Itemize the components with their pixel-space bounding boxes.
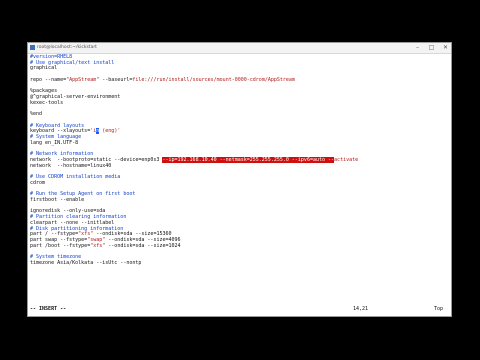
line-text: timezone Asia/Kolkata --isUtc --nontp — [30, 259, 142, 266]
editor-line[interactable]: timezone Asia/Kolkata --isUtc --nontp — [30, 259, 449, 267]
terminal-icon — [30, 45, 35, 50]
maximize-icon[interactable]: □ — [428, 44, 435, 52]
minimize-icon[interactable]: – — [414, 44, 421, 52]
line-text: "xfs" — [90, 242, 106, 249]
insert-mode-indicator: -- INSERT -- — [30, 306, 67, 312]
close-icon[interactable]: ✕ — [442, 44, 449, 52]
line-text: kexec-tools — [30, 99, 64, 106]
line-text: --ondisk=sda --size=1024 — [105, 242, 181, 249]
line-text: "AppStream" — [66, 76, 100, 83]
line-text: part /boot --fstype= — [30, 242, 91, 249]
line-text: cdrom — [30, 179, 46, 186]
line-text: --baseurl= — [99, 76, 133, 83]
window-title: root@localhost:~/kickstart — [37, 45, 97, 50]
line-text: graphical — [30, 65, 58, 72]
terminal-window[interactable]: root@localhost:~/kickstart – □ ✕ #versio… — [27, 42, 452, 317]
scroll-position: Top — [433, 306, 443, 312]
line-text: network --hostname=linux40 — [30, 162, 112, 169]
vim-status-line: -- INSERT -- 14,21 Top — [30, 305, 449, 313]
search-highlight: --ip=192.168.10.40 --netmask=255.255.255… — [162, 156, 335, 163]
line-text: %end — [30, 111, 43, 118]
line-text: firstboot --enable — [30, 196, 85, 203]
vim-editor-text-area[interactable]: #version=RHEL8 # Use graphical/text insta… — [30, 54, 449, 267]
line-text: lang en_IN.UTF-8 — [30, 139, 79, 146]
line-text: file:///run/install/sources/mount-0000-c… — [132, 76, 295, 83]
cursor-position: 14,21 — [353, 306, 369, 312]
line-text: repo --name= — [30, 76, 67, 83]
window-controls: – □ ✕ — [414, 44, 449, 52]
title-bar[interactable]: root@localhost:~/kickstart – □ ✕ — [28, 43, 451, 54]
line-text: activate — [334, 156, 359, 163]
line-text: (eng)' — [99, 128, 121, 135]
